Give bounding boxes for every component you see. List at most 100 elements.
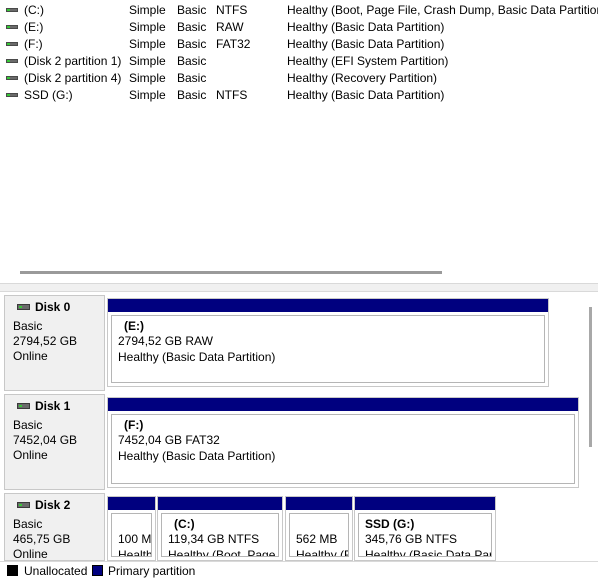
horizontal-scrollbar-thumb[interactable] [20, 271, 442, 274]
partition-f[interactable]: (F:) 7452,04 GB FAT32 Healthy (Basic Dat… [107, 397, 579, 488]
volume-filesystem: FAT32 [216, 37, 251, 51]
volume-drive-icon [6, 92, 18, 99]
primary-partition-bar [355, 497, 495, 510]
volume-drive-icon [6, 7, 18, 14]
volume-status: Healthy (Basic Data Partition) [287, 37, 445, 51]
volume-status: Healthy (Basic Data Partition) [287, 20, 445, 34]
disk-size: 7452,04 GB [13, 433, 78, 447]
volume-row[interactable]: (E:) Simple Basic RAW Healthy (Basic Dat… [0, 19, 598, 36]
partition-details: SSD (G:) 345,76 GB NTFS Healthy (Basic D… [358, 513, 492, 557]
primary-partition-bar [286, 497, 352, 510]
volume-filesystem: RAW [216, 20, 244, 34]
partition-label: SSD (G:) [365, 517, 415, 531]
volume-drive-icon [6, 58, 18, 65]
partition-label: (E:) [124, 319, 144, 333]
disk-icon [17, 502, 30, 508]
legend-primary: Primary partition [108, 564, 196, 578]
disk-name: Disk 1 [35, 399, 71, 413]
unallocated-swatch [7, 565, 18, 576]
partition-ssd-g[interactable]: SSD (G:) 345,76 GB NTFS Healthy (Basic D… [354, 496, 496, 561]
disk-type: Basic [13, 319, 43, 333]
volume-type: Basic [177, 88, 207, 102]
partition-size: 100 MI [118, 532, 152, 546]
partition-c[interactable]: (C:) 119,34 GB NTFS Healthy (Boot, Page … [157, 496, 283, 561]
partition-details: 562 MB Healthy (F [289, 513, 349, 557]
disk-size: 2794,52 GB [13, 334, 78, 348]
volume-row[interactable]: (C:) Simple Basic NTFS Healthy (Boot, Pa… [0, 2, 598, 19]
primary-partition-bar [108, 497, 155, 510]
disk-size: 465,75 GB [13, 532, 71, 546]
disk-name: Disk 0 [35, 300, 71, 314]
primary-partition-bar [108, 398, 578, 411]
disk-name: Disk 2 [35, 498, 71, 512]
volume-name: (E:) [24, 20, 44, 34]
volume-layout: Simple [129, 37, 166, 51]
volume-layout: Simple [129, 3, 166, 17]
partition-size: 345,76 GB NTFS [365, 532, 458, 546]
volume-row[interactable]: SSD (G:) Simple Basic NTFS Healthy (Basi… [0, 87, 598, 104]
volume-status: Healthy (EFI System Partition) [287, 54, 449, 68]
partition-details: (E:) 2794,52 GB RAW Healthy (Basic Data … [111, 315, 545, 383]
volume-type: Basic [177, 3, 207, 17]
volume-name: SSD (G:) [24, 88, 73, 102]
volume-layout: Simple [129, 71, 166, 85]
volume-layout: Simple [129, 88, 166, 102]
disk-type: Basic [13, 517, 43, 531]
disk-state: Online [13, 448, 48, 462]
vertical-scrollbar-thumb[interactable] [589, 307, 592, 447]
volume-row[interactable]: (Disk 2 partition 1) Simple Basic Health… [0, 53, 598, 70]
partition-label: (C:) [174, 517, 195, 531]
volume-name: (Disk 2 partition 1) [24, 54, 122, 68]
partition-status: Healthy (Basic Data Part [365, 548, 492, 557]
partition-details: (F:) 7452,04 GB FAT32 Healthy (Basic Dat… [111, 414, 575, 484]
volume-drive-icon [6, 75, 18, 82]
partition-size: 2794,52 GB RAW [118, 334, 213, 348]
volume-type: Basic [177, 20, 207, 34]
volume-layout: Simple [129, 20, 166, 34]
volume-type: Basic [177, 54, 207, 68]
pane-splitter[interactable] [0, 283, 598, 292]
volume-status: Healthy (Basic Data Partition) [287, 88, 445, 102]
volume-drive-icon [6, 41, 18, 48]
disk-1-label[interactable]: Disk 1 Basic 7452,04 GB Online [4, 394, 105, 490]
disk-type: Basic [13, 418, 43, 432]
volume-filesystem: NTFS [216, 3, 248, 17]
volume-list: (C:) Simple Basic NTFS Healthy (Boot, Pa… [0, 0, 598, 283]
partition-status: Healthy (Boot, Page F [168, 548, 279, 557]
disk-icon [17, 304, 30, 310]
partition-size: 119,34 GB NTFS [168, 532, 260, 546]
volume-name: (C:) [24, 3, 44, 17]
disk-state: Online [13, 547, 48, 561]
volume-type: Basic [177, 71, 207, 85]
volume-name: (F:) [24, 37, 43, 51]
partition-size: 562 MB [296, 532, 338, 546]
legend: Unallocated Primary partition [0, 561, 598, 579]
volume-row[interactable]: (Disk 2 partition 4) Simple Basic Health… [0, 70, 598, 87]
disk-2-label[interactable]: Disk 2 Basic 465,75 GB Online [4, 493, 105, 561]
partition-label: (F:) [124, 418, 144, 432]
partition-status: Healthy (F [296, 548, 349, 557]
volume-type: Basic [177, 37, 207, 51]
partition-details: 100 MI Health [111, 513, 152, 557]
disk-0-label[interactable]: Disk 0 Basic 2794,52 GB Online [4, 295, 105, 391]
volume-row[interactable]: (F:) Simple Basic FAT32 Healthy (Basic D… [0, 36, 598, 53]
partition-size: 7452,04 GB FAT32 [118, 433, 220, 447]
partition-status: Healthy (Basic Data Partition) [118, 350, 276, 364]
primary-partition-bar [158, 497, 282, 510]
volume-name: (Disk 2 partition 4) [24, 71, 122, 85]
partition-status: Healthy (Basic Data Partition) [118, 449, 276, 463]
partition-status: Health [118, 548, 152, 557]
volume-drive-icon [6, 24, 18, 31]
legend-unallocated: Unallocated [24, 564, 88, 578]
disk-state: Online [13, 349, 48, 363]
volume-status: Healthy (Boot, Page File, Crash Dump, Ba… [287, 3, 598, 17]
disk-icon [17, 403, 30, 409]
partition-recovery[interactable]: 562 MB Healthy (F [285, 496, 353, 561]
partition-e[interactable]: (E:) 2794,52 GB RAW Healthy (Basic Data … [107, 298, 549, 387]
volume-status: Healthy (Recovery Partition) [287, 71, 438, 85]
volume-layout: Simple [129, 54, 166, 68]
primary-partition-bar [108, 299, 548, 312]
volume-filesystem: NTFS [216, 88, 248, 102]
partition-efi[interactable]: 100 MI Health [107, 496, 156, 561]
partition-details: (C:) 119,34 GB NTFS Healthy (Boot, Page … [161, 513, 279, 557]
